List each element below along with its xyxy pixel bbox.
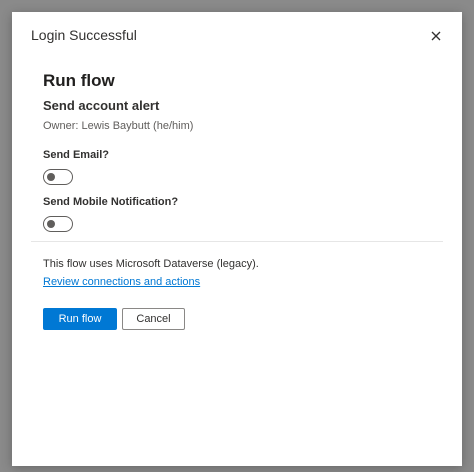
toggle-knob	[47, 173, 55, 181]
flow-owner: Owner: Lewis Baybutt (he/him)	[43, 120, 194, 132]
toggle-knob	[47, 220, 55, 228]
title-bar: Login Successful	[12, 12, 462, 60]
send-mobile-notification-toggle[interactable]	[43, 216, 73, 232]
panel-title: Run flow	[43, 71, 115, 90]
send-email-toggle[interactable]	[43, 169, 73, 185]
close-button[interactable]	[426, 26, 446, 46]
run-flow-dialog: Login Successful Run flow Send account a…	[12, 12, 462, 466]
dialog-content: Run flow Send account alert Owner: Lewis…	[43, 70, 443, 232]
flow-name: Send account alert	[43, 98, 160, 113]
window-title: Login Successful	[31, 27, 137, 43]
divider	[31, 241, 443, 242]
close-icon	[431, 31, 441, 41]
dataverse-notice: This flow uses Microsoft Dataverse (lega…	[43, 258, 259, 270]
cancel-button[interactable]: Cancel	[122, 308, 185, 330]
connection-info: This flow uses Microsoft Dataverse (lega…	[43, 257, 443, 290]
send-email-label: Send Email?	[43, 149, 110, 161]
review-connections-link[interactable]: Review connections and actions	[43, 275, 200, 290]
run-flow-button[interactable]: Run flow	[43, 308, 117, 330]
send-mobile-notification-label: Send Mobile Notification?	[43, 196, 179, 208]
